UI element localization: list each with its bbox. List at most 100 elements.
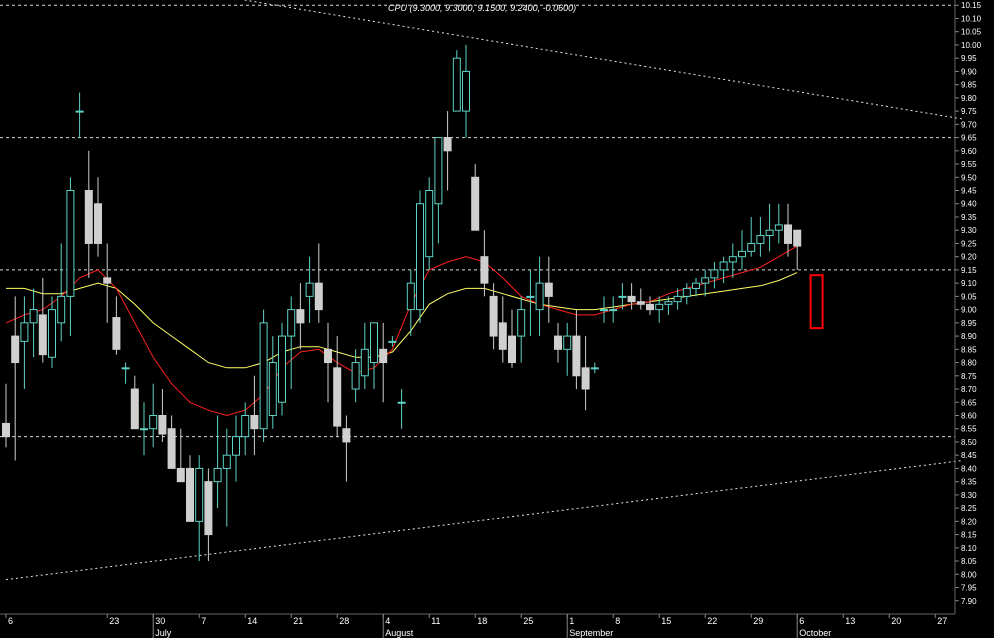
y-tick-label: 9.65	[961, 134, 977, 143]
candle-body	[112, 317, 121, 350]
y-tick-label: 9.70	[961, 120, 977, 129]
candle-body	[636, 301, 645, 305]
candle-body	[425, 190, 434, 258]
y-tick-labels: 7.90 7.95 8.00 8.05 8.10 8.15 8.20 8.25 8.30 8.35…	[955, 1, 982, 606]
price-chart: 7.90 7.95 8.00 8.05 8.10 8.15 8.20 8.25 8.30 8.35…	[0, 0, 982, 638]
candle-body	[158, 414, 167, 435]
candle-body	[738, 250, 746, 258]
candle-body	[278, 335, 286, 403]
x-tick-label: 29	[753, 616, 763, 626]
month-label: September	[569, 628, 613, 638]
candle-28	[259, 309, 268, 442]
candle-body	[167, 428, 176, 469]
candle-45	[416, 190, 424, 323]
y-tick-label: 9.10	[961, 279, 977, 288]
candle-body	[701, 277, 710, 284]
x-tick-label: 6	[799, 616, 804, 626]
candle-body	[563, 335, 572, 350]
y-tick-label: 9.00	[961, 306, 977, 315]
candle-body	[370, 322, 378, 364]
y-tick-label: 9.15	[961, 266, 977, 275]
candle-body	[84, 190, 93, 244]
x-tick-labels: 6 23 30 7 14 21 28 4 11 18 25 1 8 15 22 29 6 13 20 27	[5, 614, 947, 626]
candle-body	[793, 229, 802, 247]
candle-body	[2, 422, 10, 438]
candle-body	[324, 348, 332, 364]
candle-body	[627, 295, 636, 303]
candle-body	[581, 367, 590, 390]
candle-body	[554, 335, 562, 350]
candle-body	[508, 335, 516, 364]
candle-body	[471, 176, 480, 231]
candle-body	[305, 282, 314, 297]
candle-body	[121, 367, 130, 370]
y-tick-label: 8.95	[961, 319, 977, 328]
candle-body	[20, 322, 29, 342]
y-tick-label: 7.95	[961, 584, 977, 593]
candle-body	[535, 282, 544, 311]
candle-body	[379, 348, 388, 364]
candle-body	[462, 70, 470, 112]
candle-body	[719, 261, 728, 271]
month-label: October	[799, 628, 831, 638]
y-tick-label: 9.20	[961, 253, 977, 262]
candle-body	[66, 190, 75, 297]
candle-body	[664, 301, 673, 305]
candle-body	[176, 467, 185, 483]
y-tick-label: 9.80	[961, 94, 977, 103]
y-tick-label: 8.70	[961, 385, 977, 394]
candle-body	[11, 335, 20, 364]
candle-body	[204, 481, 213, 536]
candle-46	[425, 177, 434, 270]
candle-body	[94, 203, 102, 244]
candle-body	[452, 57, 461, 112]
x-tick-label: 22	[707, 616, 717, 626]
y-tick-label: 9.45	[961, 187, 977, 196]
candle-body	[498, 322, 507, 350]
y-tick-label: 9.60	[961, 147, 977, 156]
candle-body	[416, 203, 424, 311]
y-tick-label: 9.05	[961, 292, 977, 301]
y-tick-label: 9.95	[961, 54, 977, 63]
candle-body	[682, 287, 691, 297]
candle-body	[646, 303, 654, 311]
x-tick-label: 6	[8, 616, 13, 626]
candle-body	[526, 295, 535, 298]
candle-body	[572, 335, 581, 377]
candle-body	[186, 467, 194, 522]
y-tick-label: 8.85	[961, 345, 977, 354]
y-tick-label: 7.90	[961, 597, 977, 606]
candle-body	[517, 309, 526, 337]
candle-body	[692, 282, 700, 289]
candle-body	[351, 362, 360, 390]
x-tick-label: 30	[155, 616, 165, 626]
y-tick-label: 8.30	[961, 491, 977, 500]
candle-body	[342, 428, 351, 443]
candle-body	[480, 256, 489, 284]
x-tick-label: 8	[615, 616, 620, 626]
candle-body	[747, 242, 756, 252]
x-tick-label: 28	[339, 616, 349, 626]
y-tick-label: 8.10	[961, 544, 977, 553]
chart-title: CPU (9.3000, 9.3000, 9.1500, 9.2400, -0.…	[388, 3, 576, 13]
y-tick-label: 9.55	[961, 160, 977, 169]
x-tick-label: 15	[661, 616, 671, 626]
candle-body	[544, 282, 553, 297]
y-tick-label: 8.55	[961, 425, 977, 434]
candle-body	[600, 309, 608, 312]
candle-body	[590, 367, 599, 370]
y-tick-label: 9.25	[961, 239, 977, 248]
y-tick-label: 9.85	[961, 81, 977, 90]
plot-background	[0, 0, 955, 614]
candle-body	[268, 362, 277, 416]
candle-body	[250, 414, 259, 430]
candle-body	[728, 256, 737, 263]
y-tick-label: 8.65	[961, 398, 977, 407]
y-tick-label: 10.10	[961, 14, 982, 23]
candle-49	[452, 50, 461, 112]
candle-body	[222, 454, 231, 469]
y-tick-label: 9.30	[961, 226, 977, 235]
candle-body	[765, 229, 774, 237]
candle-body	[406, 282, 415, 311]
candle-body	[314, 282, 323, 311]
